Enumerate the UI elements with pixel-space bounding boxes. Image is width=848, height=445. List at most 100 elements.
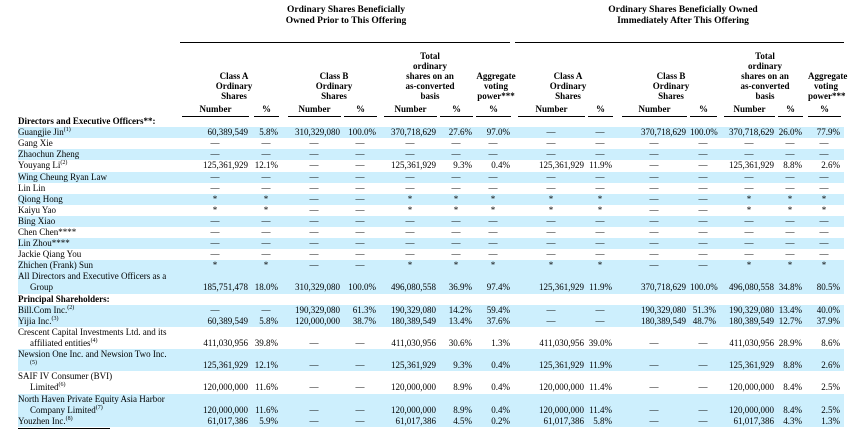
cell: — (488, 138, 498, 149)
cell: — (785, 249, 795, 260)
cell: — (261, 182, 271, 193)
cell: * (548, 204, 554, 215)
row-label-line: Guangjie Jin(1) (18, 127, 71, 138)
cell: — (698, 404, 708, 415)
cell: — (451, 182, 461, 193)
cell: — (309, 360, 319, 371)
cell: 11.9% (589, 160, 612, 171)
cell: — (819, 149, 829, 160)
cell: — (210, 238, 220, 249)
row-label-line: Newsion One Inc. and Newsion Two Inc. (18, 349, 167, 360)
cell: — (488, 171, 498, 182)
cell: 13.4% (448, 315, 472, 326)
cell: — (261, 149, 271, 160)
cell: 1.3% (491, 337, 510, 348)
cell: 11.9% (589, 360, 612, 371)
table-row: Bing Xiao — — — — — — — — — — — — — — (18, 215, 844, 227)
row-label: Zhichen (Frank) Sun (18, 260, 93, 271)
row-label: Crescent Capital Investments Ltd. and it… (18, 327, 166, 349)
table-row: Newsion One Inc. and Newsion Two Inc. (5)… (18, 349, 844, 372)
cell: * (490, 204, 496, 215)
cell: — (649, 415, 659, 426)
row-label-line: North Haven Private Equity Asia Harbor (18, 393, 165, 404)
column-header: Total ordinary shares on an as-converted bas… (724, 51, 806, 101)
cell: 97.0% (486, 127, 510, 138)
footnote-ref: (5) (30, 360, 37, 367)
cell: 370,718,629 (641, 282, 686, 293)
cell: — (649, 160, 659, 171)
cell: — (546, 127, 556, 138)
cell: 8.4% (783, 404, 802, 415)
table-row: Youzhen Inc.(8) 61,017,386 5.9% — — 61,017,38… (18, 415, 844, 427)
cell: — (355, 249, 365, 260)
cell: — (698, 227, 708, 237)
cell: 8.8% (783, 160, 802, 171)
cell: — (309, 138, 319, 149)
cell: 190,329,080 (729, 304, 774, 315)
cell: — (451, 138, 461, 149)
cell: — (405, 215, 415, 226)
cell: 5.8% (593, 415, 612, 426)
cell: 77.9% (816, 127, 840, 138)
cell: — (309, 382, 319, 393)
cell: — (649, 360, 659, 371)
cell: — (649, 204, 659, 215)
cell: — (785, 182, 795, 193)
pct-subheader: % (588, 104, 613, 117)
cell: 100.0% (348, 282, 376, 293)
cell: — (488, 249, 498, 260)
cell: 120,000,000 (203, 382, 248, 393)
row-label: Youzhen Inc.(8) (18, 416, 73, 427)
cell: — (649, 260, 659, 271)
cell: — (744, 249, 754, 260)
group-header-line: Owned Prior to This Offering (285, 16, 407, 26)
group-header-prior: Ordinary Shares Beneficially Owned Prior… (261, 5, 431, 45)
cell: — (595, 304, 605, 315)
cell: 125,361,929 (391, 360, 436, 371)
cell: — (355, 193, 365, 204)
cell: * (407, 260, 413, 271)
table-row: Crescent Capital Investments Ltd. and it… (18, 327, 844, 349)
cell: 30.6% (448, 337, 472, 348)
row-label-line: Crescent Capital Investments Ltd. and it… (18, 326, 167, 337)
cell: 0.4% (491, 360, 510, 371)
cell: 0.4% (491, 160, 510, 171)
cell: — (819, 171, 829, 182)
cell: — (405, 249, 415, 260)
column-header-line: Ordinary (315, 81, 353, 91)
cell: * (548, 260, 554, 271)
row-label: Bing Xiao (18, 216, 55, 227)
cell: — (488, 227, 498, 237)
cell: * (407, 193, 413, 204)
cell: — (546, 227, 556, 237)
cell: 180,389,549 (729, 315, 774, 326)
cell: — (698, 138, 708, 149)
footnote-ref: (7) (95, 404, 103, 411)
cell: 125,361,929 (539, 282, 584, 293)
cell: — (649, 215, 659, 226)
cell: — (355, 149, 365, 160)
cell: — (546, 304, 556, 315)
cell: 8.8% (783, 360, 802, 371)
cell: — (309, 415, 319, 426)
row-label-line: affiliated entities(4) (30, 337, 98, 348)
group-header-line: Ordinary Shares Beneficially (286, 5, 406, 15)
row-label: Gang Xie (18, 138, 53, 149)
cell: — (649, 149, 659, 160)
cell: — (595, 215, 605, 226)
number-subheader: Number (384, 104, 437, 117)
cell: * (787, 204, 793, 215)
cell: * (787, 193, 793, 204)
row-label: North Haven Private Equity Asia Harbor Co… (18, 394, 165, 416)
cell: — (785, 215, 795, 226)
table-row-total: All Directors and Executive Officers as … (18, 271, 844, 294)
cell: — (649, 238, 659, 249)
cell: — (309, 404, 319, 415)
cell: * (821, 204, 827, 215)
footnote-ref: (8) (65, 415, 73, 422)
row-label-line: Yijia Inc.(3) (18, 315, 59, 326)
row-label-line: Zhaochun Zheng (18, 149, 80, 160)
row-label-line: Bill.Com Inc.(2) (18, 304, 75, 315)
section-heading: Principal Shareholders: (18, 293, 110, 304)
cell: 97.4% (486, 282, 510, 293)
